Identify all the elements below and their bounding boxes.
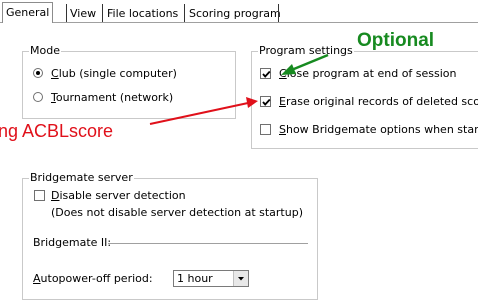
close-program-label[interactable]: Close program at end of session: [279, 67, 457, 80]
acblscore-annotation: sing ACBLscore: [0, 121, 114, 141]
club-label-text: lub (single computer): [58, 67, 177, 80]
tab-strip: General View File locations Scoring prog…: [0, 0, 478, 23]
autopower-dropdown[interactable]: 1 hour: [173, 270, 249, 287]
tab-general-label: General: [6, 6, 50, 19]
program-settings-title: Program settings: [258, 44, 354, 57]
tab-view-label: View: [70, 7, 97, 20]
disable-server-detection-checkbox[interactable]: [34, 190, 45, 201]
chevron-down-icon: [238, 277, 244, 281]
autopower-label-text: utopower-off period:: [40, 272, 153, 285]
tab-file-locations-label: File locations: [107, 7, 179, 20]
checkmark-icon: [262, 70, 271, 78]
tab-separator: [102, 4, 103, 22]
tab-general[interactable]: General: [2, 2, 54, 23]
tab-separator: [184, 4, 185, 22]
tournament-label-text: ournament (network): [55, 91, 174, 104]
club-radio[interactable]: [33, 68, 43, 78]
autopower-value: 1 hour: [177, 272, 213, 285]
bridgemate-ii-heading: Bridgemate II:: [33, 236, 112, 249]
close-program-checkbox[interactable]: [260, 68, 271, 79]
autopower-label: Autopower-off period:: [33, 272, 153, 285]
divider: [108, 243, 308, 244]
bridgemate-server-title: Bridgemate server: [29, 171, 134, 184]
show-bridgemate-text: how Bridgemate options when starting: [285, 123, 478, 136]
tab-scoring-program-label: Scoring program: [189, 7, 281, 20]
tab-scoring-program[interactable]: Scoring program: [186, 6, 284, 22]
tab-baseline: [0, 22, 478, 23]
dropdown-button[interactable]: [233, 271, 248, 286]
tab-view[interactable]: View: [67, 6, 99, 22]
disable-server-text: isable server detection: [59, 189, 186, 202]
optional-annotation: Optional: [357, 30, 435, 51]
mode-groupbox: [22, 51, 236, 119]
tab-file-locations[interactable]: File locations: [104, 6, 181, 22]
close-program-text: lose program at end of session: [286, 67, 457, 80]
tournament-radio-label[interactable]: Tournament (network): [51, 91, 173, 104]
checkmark-icon: [262, 98, 271, 106]
show-bridgemate-label[interactable]: Show Bridgemate options when starting: [279, 123, 478, 136]
mode-group-title: Mode: [29, 44, 61, 57]
server-detection-note: (Does not disable server detection at st…: [51, 206, 303, 219]
erase-records-checkbox[interactable]: [260, 96, 271, 107]
radio-selected-dot: [36, 71, 40, 75]
tab-separator: [278, 4, 279, 22]
erase-records-text: rase original records of deleted scores: [285, 95, 478, 108]
disable-server-detection-label[interactable]: Disable server detection: [51, 189, 186, 202]
tournament-radio[interactable]: [33, 92, 43, 102]
club-radio-label[interactable]: Club (single computer): [51, 67, 177, 80]
show-bridgemate-checkbox[interactable]: [260, 124, 271, 135]
erase-records-label[interactable]: Erase original records of deleted scores: [279, 95, 478, 108]
